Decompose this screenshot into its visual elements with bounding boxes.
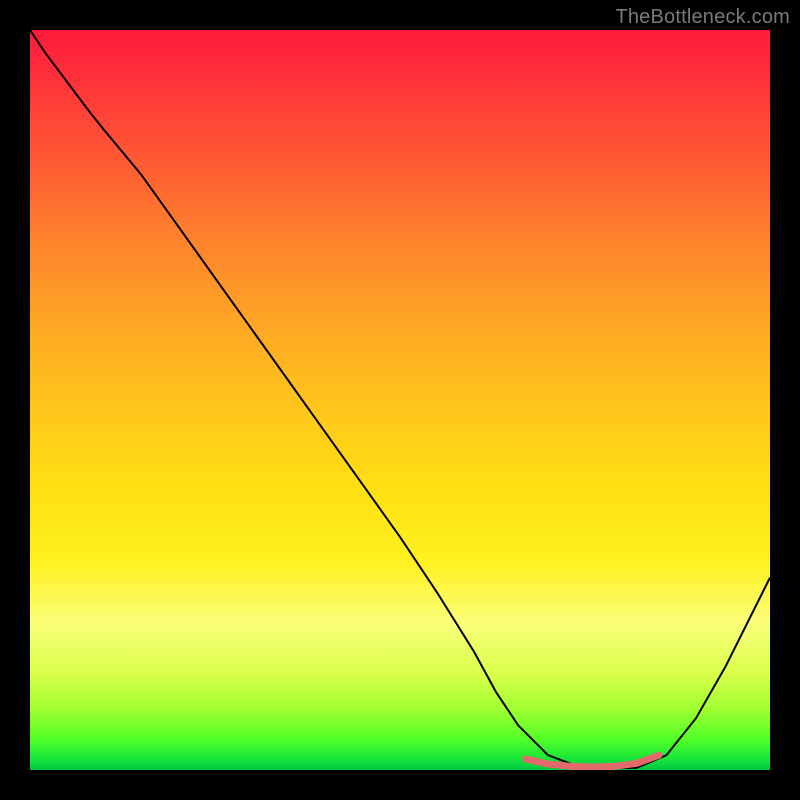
chart-frame: TheBottleneck.com [0, 0, 800, 800]
optimal-marker-line [526, 755, 659, 767]
bottleneck-chart [30, 30, 770, 770]
watermark-label: TheBottleneck.com [615, 6, 790, 29]
bottleneck-curve-line [30, 30, 770, 769]
